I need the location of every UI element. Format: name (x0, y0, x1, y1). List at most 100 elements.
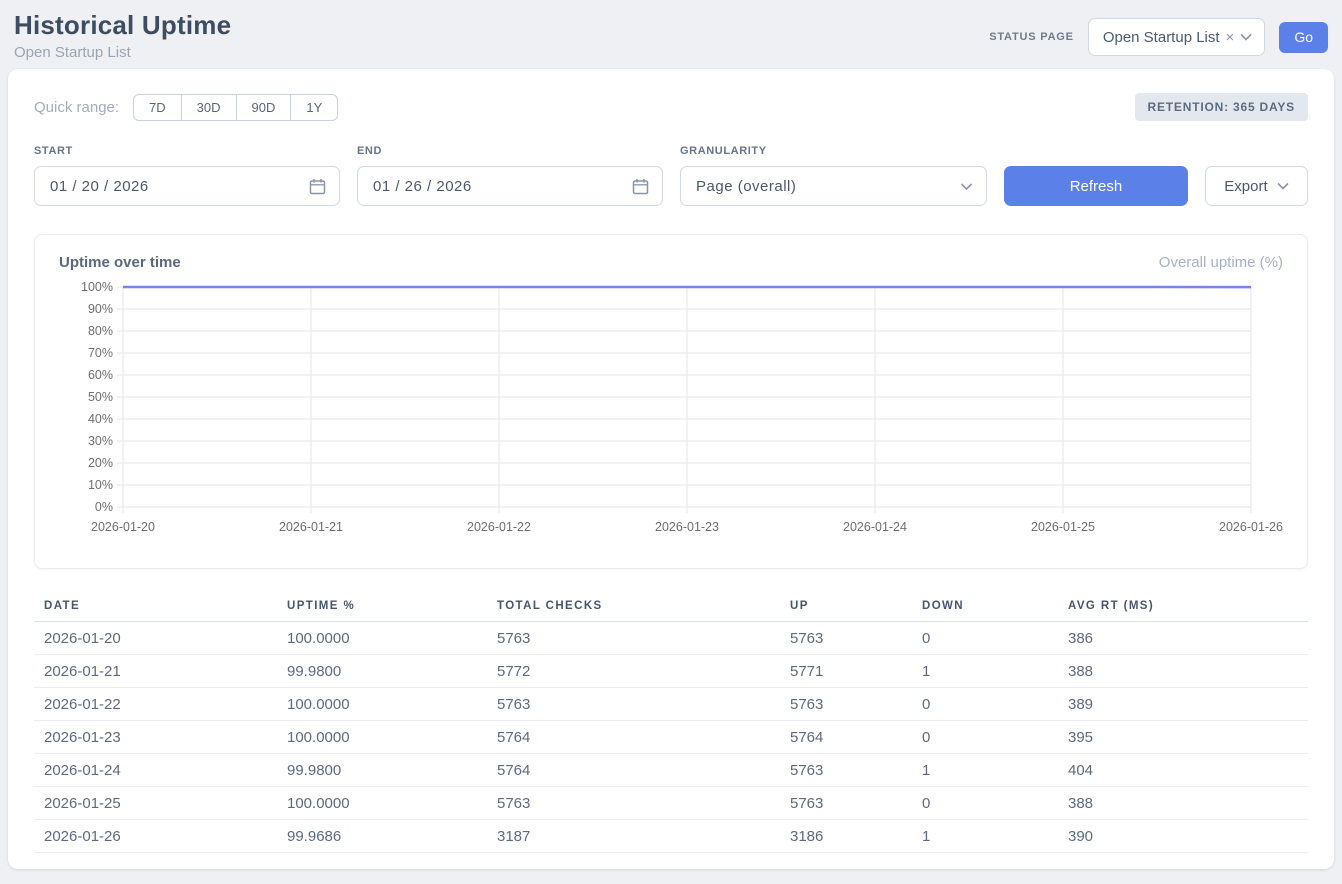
table-cell: 5763 (487, 688, 780, 721)
table-cell: 388 (1058, 655, 1308, 688)
table-cell: 0 (912, 787, 1058, 820)
chart-title: Uptime over time (59, 254, 181, 271)
column-header-down: DOWN (912, 591, 1058, 622)
svg-text:2026-01-21: 2026-01-21 (279, 520, 343, 534)
svg-text:2026-01-25: 2026-01-25 (1031, 520, 1095, 534)
quick-range-90d-button[interactable]: 90D (236, 94, 292, 121)
table-cell: 1 (912, 754, 1058, 787)
table-cell: 1 (912, 820, 1058, 853)
table-cell: 5763 (487, 787, 780, 820)
quick-range-buttons: 7D 30D 90D 1Y (133, 94, 338, 121)
table-cell: 2026-01-26 (34, 820, 277, 853)
calendar-icon[interactable] (309, 178, 326, 195)
retention-badge: RETENTION: 365 DAYS (1135, 93, 1308, 121)
table-row: 2026-01-25100.0000576357630388 (34, 787, 1308, 820)
table-cell: 2026-01-22 (34, 688, 277, 721)
table-cell: 5764 (487, 721, 780, 754)
table-cell: 404 (1058, 754, 1308, 787)
quick-range-label: Quick range: (34, 99, 119, 116)
table-cell: 2026-01-25 (34, 787, 277, 820)
column-header-avg-rt: AVG RT (MS) (1058, 591, 1308, 622)
table-row: 2026-01-2699.9686318731861390 (34, 820, 1308, 853)
refresh-button[interactable]: Refresh (1004, 166, 1188, 206)
table-cell: 100.0000 (277, 688, 487, 721)
svg-text:2026-01-22: 2026-01-22 (467, 520, 531, 534)
quick-range-group: Quick range: 7D 30D 90D 1Y (34, 94, 338, 121)
table-cell: 5763 (780, 688, 912, 721)
table-row: 2026-01-23100.0000576457640395 (34, 721, 1308, 754)
table-cell: 0 (912, 622, 1058, 655)
granularity-select[interactable]: Page (overall) (680, 166, 987, 206)
svg-text:40%: 40% (88, 412, 113, 426)
page-header: Historical Uptime Open Startup List STAT… (0, 0, 1342, 69)
table-cell: 5763 (780, 787, 912, 820)
svg-text:10%: 10% (88, 478, 113, 492)
quick-range-row: Quick range: 7D 30D 90D 1Y RETENTION: 36… (34, 93, 1308, 121)
page-title: Historical Uptime (14, 10, 231, 41)
table-cell: 388 (1058, 787, 1308, 820)
table-cell: 100.0000 (277, 622, 487, 655)
page-subtitle: Open Startup List (14, 44, 231, 61)
quick-range-30d-button[interactable]: 30D (181, 94, 237, 121)
chevron-down-icon (1240, 33, 1252, 41)
table-cell: 5764 (487, 754, 780, 787)
quick-range-7d-button[interactable]: 7D (133, 94, 182, 121)
chart-header: Uptime over time Overall uptime (%) (59, 254, 1283, 271)
chevron-down-icon (960, 182, 973, 191)
table-cell: 2026-01-24 (34, 754, 277, 787)
status-page-select[interactable]: Open Startup List × (1088, 18, 1266, 56)
end-date-field: END 01 / 26 / 2026 (357, 145, 663, 206)
svg-text:2026-01-26: 2026-01-26 (1219, 520, 1283, 534)
svg-text:100%: 100% (81, 280, 113, 294)
table-row: 2026-01-2499.9800576457631404 (34, 754, 1308, 787)
end-date-input[interactable]: 01 / 26 / 2026 (357, 166, 663, 206)
svg-text:30%: 30% (88, 434, 113, 448)
table-cell: 100.0000 (277, 721, 487, 754)
chevron-down-icon (1277, 182, 1289, 190)
table-cell: 395 (1058, 721, 1308, 754)
table-cell: 5763 (780, 754, 912, 787)
table-cell: 100.0000 (277, 787, 487, 820)
table-cell: 386 (1058, 622, 1308, 655)
svg-text:50%: 50% (88, 390, 113, 404)
table-cell: 2026-01-21 (34, 655, 277, 688)
calendar-icon[interactable] (632, 178, 649, 195)
chart-legend-label: Overall uptime (%) (1159, 254, 1283, 271)
table-cell: 99.9686 (277, 820, 487, 853)
quick-range-1y-button[interactable]: 1Y (290, 94, 338, 121)
start-date-value: 01 / 20 / 2026 (50, 178, 149, 195)
table-cell: 2026-01-23 (34, 721, 277, 754)
svg-text:80%: 80% (88, 324, 113, 338)
table-cell: 389 (1058, 688, 1308, 721)
table-cell: 3186 (780, 820, 912, 853)
column-header-total-checks: TOTAL CHECKS (487, 591, 780, 622)
table-cell: 2026-01-20 (34, 622, 277, 655)
column-header-date: DATE (34, 591, 277, 622)
svg-text:60%: 60% (88, 368, 113, 382)
table-header: DATE UPTIME % TOTAL CHECKS UP DOWN AVG R… (34, 591, 1308, 622)
export-button[interactable]: Export (1205, 166, 1308, 206)
table-row: 2026-01-2199.9800577257711388 (34, 655, 1308, 688)
table-cell: 99.9800 (277, 754, 487, 787)
table-cell: 5772 (487, 655, 780, 688)
status-page-label: STATUS PAGE (989, 31, 1074, 43)
table-body: 2026-01-20100.00005763576303862026-01-21… (34, 622, 1308, 853)
table-cell: 5771 (780, 655, 912, 688)
column-header-up: UP (780, 591, 912, 622)
table-cell: 5763 (487, 622, 780, 655)
start-date-field: START 01 / 20 / 2026 (34, 145, 340, 206)
table-row: 2026-01-22100.0000576357630389 (34, 688, 1308, 721)
clear-selection-icon[interactable]: × (1226, 29, 1235, 46)
table-cell: 1 (912, 655, 1058, 688)
table-row: 2026-01-20100.0000576357630386 (34, 622, 1308, 655)
table-cell: 390 (1058, 820, 1308, 853)
start-date-label: START (34, 145, 340, 157)
svg-text:20%: 20% (88, 456, 113, 470)
end-date-value: 01 / 26 / 2026 (373, 178, 472, 195)
status-page-selected-value: Open Startup List (1103, 29, 1220, 46)
start-date-input[interactable]: 01 / 20 / 2026 (34, 166, 340, 206)
svg-text:70%: 70% (88, 346, 113, 360)
go-button[interactable]: Go (1279, 22, 1328, 53)
granularity-selected-value: Page (overall) (696, 178, 796, 195)
svg-text:2026-01-23: 2026-01-23 (655, 520, 719, 534)
